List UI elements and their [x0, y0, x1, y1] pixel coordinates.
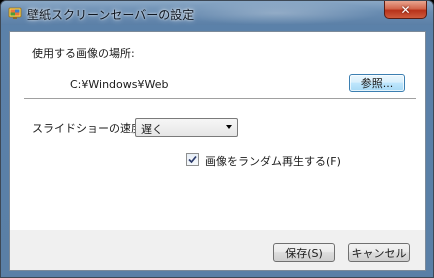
- title-bar-glow: [171, 1, 381, 25]
- browse-button[interactable]: 参照...: [349, 74, 405, 92]
- speed-select-value: 遅く: [141, 123, 163, 136]
- content-panel: 使用する画像の場所: C:¥Windows¥Web 参照... スライドショーの…: [10, 32, 425, 230]
- checkmark-icon: [188, 155, 197, 164]
- close-icon: ✕: [400, 2, 411, 17]
- save-button[interactable]: 保存(S): [273, 243, 335, 262]
- title-bar[interactable]: 壁紙スクリーンセーバーの設定 ✕: [1, 1, 433, 25]
- cancel-button[interactable]: キャンセル: [348, 243, 410, 262]
- speed-select[interactable]: 遅く: [135, 118, 238, 137]
- screensaver-icon: [8, 7, 22, 19]
- dialog-client-area: 使用する画像の場所: C:¥Windows¥Web 参照... スライドショーの…: [9, 31, 426, 271]
- cancel-button-label: キャンセル: [351, 246, 407, 260]
- location-path: C:¥Windows¥Web: [70, 78, 169, 91]
- save-button-label: 保存(S): [285, 246, 323, 260]
- location-label: 使用する画像の場所:: [32, 47, 135, 60]
- section-divider: [24, 98, 416, 100]
- browse-button-label: 参照...: [360, 77, 394, 90]
- chevron-down-icon: [226, 125, 232, 129]
- shuffle-checkbox[interactable]: [186, 153, 199, 166]
- window-title: 壁紙スクリーンセーバーの設定: [27, 8, 195, 22]
- settings-window: 壁紙スクリーンセーバーの設定 ✕ 使用する画像の場所: C:¥Windows¥W…: [0, 0, 434, 278]
- shuffle-label: 画像をランダム再生する(F): [205, 155, 341, 168]
- close-button[interactable]: ✕: [384, 1, 427, 19]
